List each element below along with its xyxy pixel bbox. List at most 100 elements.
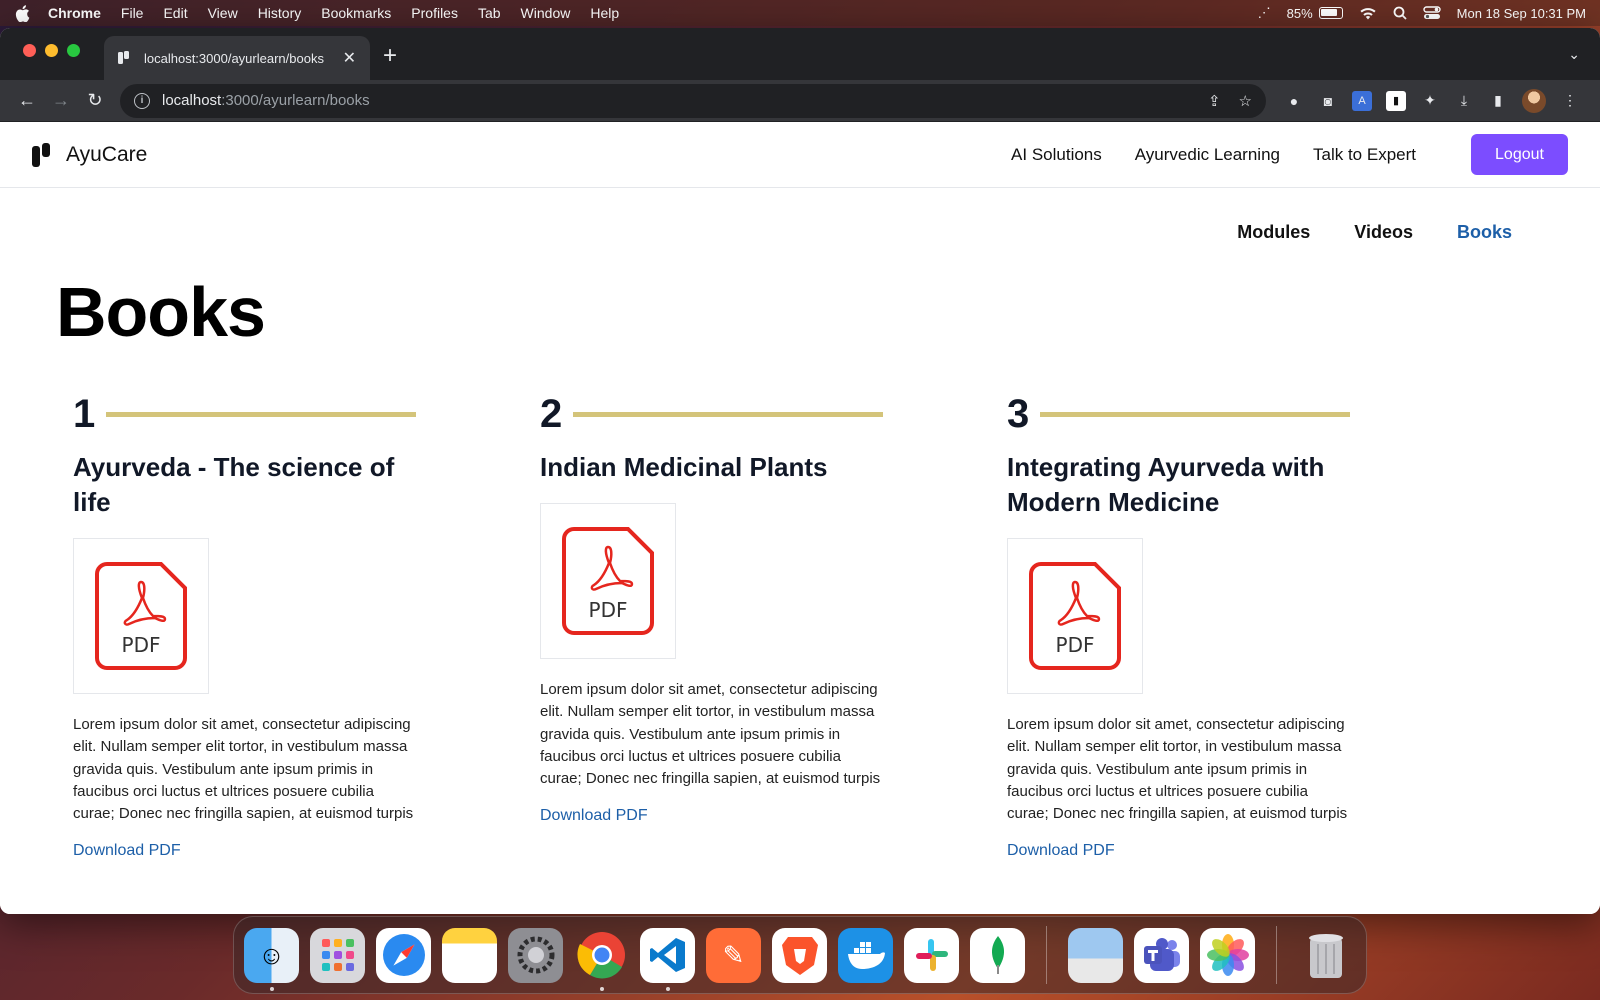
vscode-icon[interactable] — [640, 927, 695, 991]
main-nav: AI Solutions Ayurvedic Learning Talk to … — [1011, 134, 1568, 175]
battery-percent: 85% — [1286, 5, 1313, 21]
menu-tab[interactable]: Tab — [478, 5, 501, 21]
postman-icon[interactable]: ✎ — [706, 927, 761, 983]
divider-rule — [573, 411, 883, 417]
web-page: AyuCare AI Solutions Ayurvedic Learning … — [0, 122, 1600, 914]
mongodb-compass-icon[interactable] — [970, 927, 1025, 983]
dock-separator — [1046, 926, 1047, 984]
download-pdf-link[interactable]: Download PDF — [1007, 842, 1474, 860]
download-pdf-link[interactable]: Download PDF — [73, 842, 540, 860]
finder-icon[interactable]: ☺ — [244, 927, 299, 991]
apple-menu-icon[interactable] — [14, 4, 30, 22]
teams-icon[interactable] — [1134, 927, 1189, 983]
minimize-window-button[interactable] — [45, 44, 58, 57]
divider-rule — [1040, 411, 1350, 417]
nav-talk-to-expert[interactable]: Talk to Expert — [1313, 145, 1416, 165]
browser-tab-active[interactable]: localhost:3000/ayurlearn/books ✕ — [104, 36, 370, 80]
subnav-videos[interactable]: Videos — [1354, 222, 1413, 243]
dock-separator — [1276, 926, 1277, 984]
battery-status[interactable]: 85% — [1287, 6, 1343, 21]
menu-edit[interactable]: Edit — [163, 5, 187, 21]
preview-icon[interactable] — [1068, 927, 1123, 983]
extensions-area: ● ◙ A ▮ ✦ ⤓ ▮ ⋮ — [1284, 88, 1580, 113]
brand-name: AyuCare — [66, 142, 148, 166]
divider-rule — [106, 411, 416, 417]
bookmark-star-icon[interactable]: ☆ — [1239, 92, 1252, 110]
trash-icon[interactable] — [1298, 928, 1353, 983]
share-icon[interactable]: ⇪ — [1208, 92, 1221, 110]
menu-window[interactable]: Window — [521, 5, 571, 21]
address-bar[interactable]: i localhost:3000/ayurlearn/books ⇪ ☆ — [120, 83, 1266, 118]
chrome-icon[interactable] — [574, 928, 629, 991]
svg-text:PDF: PDF — [122, 633, 161, 657]
browser-toolbar: ← → ↻ i localhost:3000/ayurlearn/books ⇪… — [0, 80, 1600, 122]
menu-help[interactable]: Help — [590, 5, 619, 21]
subnav-modules[interactable]: Modules — [1237, 222, 1310, 243]
nav-ai-solutions[interactable]: AI Solutions — [1011, 145, 1102, 165]
extension-icon[interactable]: ● — [1284, 91, 1304, 111]
site-logo[interactable]: AyuCare — [32, 142, 148, 167]
book-card: 1 Ayurveda - The science of life PDF Lor… — [73, 390, 540, 860]
book-number: 2 — [540, 391, 563, 436]
profile-avatar[interactable] — [1522, 88, 1546, 113]
zoom-window-button[interactable] — [67, 44, 80, 57]
voice-control-icon[interactable]: ⋰ — [1258, 5, 1271, 21]
ayucare-logo-icon — [32, 142, 52, 167]
book-number: 1 — [73, 391, 96, 436]
forward-button[interactable]: → — [46, 86, 76, 116]
books-list: 1 Ayurveda - The science of life PDF Lor… — [73, 390, 1474, 860]
pdf-file-icon: PDF — [562, 527, 654, 635]
docker-icon[interactable] — [838, 927, 893, 983]
menu-app-name[interactable]: Chrome — [48, 5, 101, 21]
menu-view[interactable]: View — [208, 5, 238, 21]
extensions-puzzle-icon[interactable]: ✦ — [1420, 91, 1440, 111]
menu-profiles[interactable]: Profiles — [411, 5, 458, 21]
brave-icon[interactable] — [772, 927, 827, 983]
menu-bookmarks[interactable]: Bookmarks — [321, 5, 391, 21]
site-info-icon[interactable]: i — [134, 92, 150, 109]
download-pdf-link[interactable]: Download PDF — [540, 807, 1007, 825]
side-panel-icon[interactable]: ▮ — [1488, 91, 1508, 111]
book-card: 2 Indian Medicinal Plants PDF Lorem ipsu… — [540, 390, 1007, 860]
close-window-button[interactable] — [23, 44, 36, 57]
tab-search-chevron-icon[interactable]: ⌄ — [1568, 46, 1580, 63]
macos-dock: ☺ ✎ — [233, 916, 1367, 994]
menu-file[interactable]: File — [121, 5, 144, 21]
book-number: 3 — [1007, 391, 1030, 436]
tab-title: localhost:3000/ayurlearn/books — [144, 50, 324, 66]
notes-icon[interactable] — [442, 927, 497, 983]
screenshot-extension-icon[interactable]: ◙ — [1318, 91, 1338, 111]
svg-text:PDF: PDF — [1056, 633, 1095, 657]
wifi-icon[interactable] — [1359, 7, 1377, 20]
logout-button[interactable]: Logout — [1471, 134, 1568, 175]
slack-icon[interactable] — [904, 927, 959, 983]
learning-subnav: Modules Videos Books — [1237, 222, 1512, 243]
menubar-datetime[interactable]: Mon 18 Sep 10:31 PM — [1457, 6, 1586, 21]
new-tab-button[interactable]: + — [383, 42, 397, 70]
photos-icon[interactable] — [1200, 927, 1255, 983]
system-settings-icon[interactable] — [508, 927, 563, 983]
book-thumbnail: PDF — [73, 538, 209, 694]
control-center-icon[interactable] — [1422, 6, 1441, 20]
subnav-books[interactable]: Books — [1457, 222, 1512, 243]
book-description: Lorem ipsum dolor sit amet, consectetur … — [1007, 716, 1348, 823]
close-tab-icon[interactable]: ✕ — [343, 48, 356, 68]
back-button[interactable]: ← — [12, 86, 42, 116]
download-icon[interactable]: ⤓ — [1454, 91, 1474, 111]
chrome-menu-icon[interactable]: ⋮ — [1560, 91, 1580, 111]
url-host: localhost — [162, 92, 222, 109]
menu-history[interactable]: History — [258, 5, 302, 21]
nav-ayurvedic-learning[interactable]: Ayurvedic Learning — [1135, 145, 1280, 165]
safari-icon[interactable] — [376, 927, 431, 983]
site-favicon-icon — [118, 51, 132, 65]
reload-button[interactable]: ↻ — [80, 86, 110, 116]
pdf-file-icon: PDF — [1029, 562, 1121, 670]
spotlight-search-icon[interactable] — [1393, 6, 1407, 20]
book-card: 3 Integrating Ayurveda with Modern Medic… — [1007, 390, 1474, 860]
launchpad-icon[interactable] — [310, 927, 365, 983]
book-title: Indian Medicinal Plants — [540, 452, 828, 482]
translate-extension-icon[interactable]: A — [1352, 90, 1372, 111]
reader-extension-icon[interactable]: ▮ — [1386, 90, 1406, 111]
browser-window: localhost:3000/ayurlearn/books ✕ + ⌄ ← →… — [0, 28, 1600, 914]
book-title: Integrating Ayurveda with Modern Medicin… — [1007, 452, 1325, 517]
